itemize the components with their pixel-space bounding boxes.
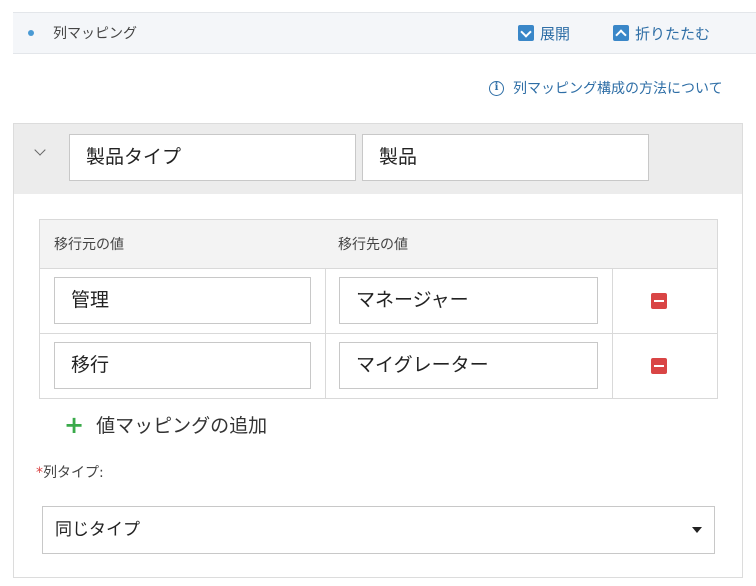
- add-value-mapping-button[interactable]: + 値マッピングの追加: [64, 411, 267, 438]
- mapping-card: 製品タイプ 製品 移行元の値 移行先の値 管理 マネージャー 移行 マイグレータ…: [13, 123, 743, 578]
- target-value-input[interactable]: マイグレーター: [339, 342, 598, 389]
- section-header: 列マッピング 展開 折りたたむ: [13, 12, 756, 54]
- bullet-icon: [28, 30, 34, 36]
- chevron-down-icon[interactable]: [34, 144, 46, 156]
- delete-row-button[interactable]: [651, 358, 667, 374]
- table-row: 管理 マネージャー: [40, 269, 717, 334]
- section-title: 列マッピング: [53, 26, 137, 42]
- delete-row-button[interactable]: [651, 293, 667, 309]
- column-type-select[interactable]: 同じタイプ: [42, 506, 715, 554]
- chevron-up-icon: [613, 25, 629, 41]
- help-link[interactable]: i 列マッピング構成の方法について: [489, 78, 723, 98]
- target-value-input[interactable]: マネージャー: [339, 277, 598, 324]
- source-column-field[interactable]: 製品タイプ: [69, 134, 356, 181]
- caret-down-icon: [692, 527, 702, 533]
- required-mark: *: [36, 465, 43, 481]
- collapse-button[interactable]: 折りたたむ: [613, 22, 710, 44]
- target-column-field[interactable]: 製品: [362, 134, 649, 181]
- expand-button[interactable]: 展開: [518, 22, 570, 44]
- source-value-header: 移行元の値: [54, 237, 124, 253]
- plus-icon: +: [64, 410, 85, 439]
- add-value-mapping-label: 値マッピングの追加: [96, 415, 268, 437]
- table-row: 移行 マイグレーター: [40, 334, 717, 398]
- mapping-card-header: 製品タイプ 製品: [14, 124, 742, 194]
- column-type-value: 同じタイプ: [55, 520, 140, 540]
- expand-label: 展開: [540, 24, 571, 43]
- collapse-label: 折りたたむ: [635, 24, 711, 43]
- column-type-label-text: 列タイプ:: [43, 465, 104, 481]
- info-icon: i: [489, 80, 504, 96]
- value-mapping-table: 移行元の値 移行先の値 管理 マネージャー 移行 マイグレーター: [39, 219, 718, 399]
- source-value-input[interactable]: 管理: [54, 277, 311, 324]
- chevron-down-icon: [518, 25, 534, 41]
- column-type-label: *列タイプ:: [36, 462, 104, 482]
- help-link-label: 列マッピング構成の方法について: [513, 81, 723, 97]
- source-value-input[interactable]: 移行: [54, 342, 311, 389]
- target-value-header: 移行先の値: [338, 237, 408, 253]
- table-header: 移行元の値 移行先の値: [40, 220, 717, 269]
